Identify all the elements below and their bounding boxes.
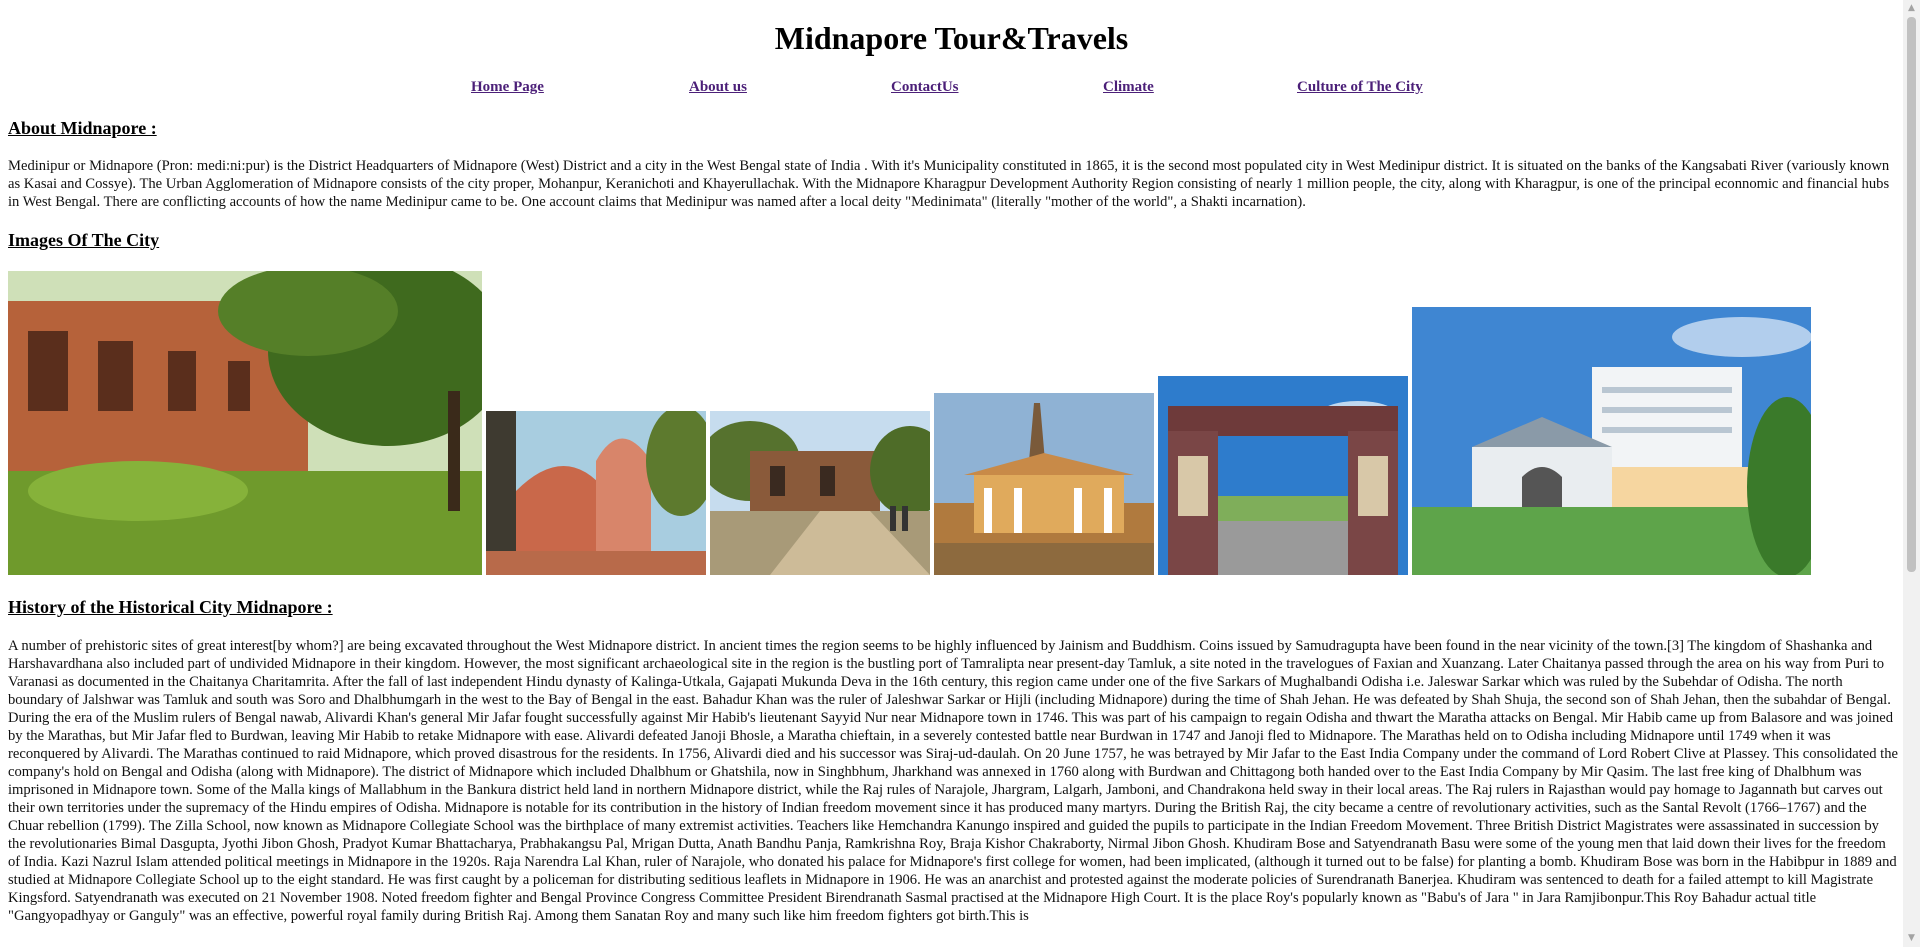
vertical-scrollbar[interactable]: ▲ ▼ <box>1903 0 1920 947</box>
photo-memorial-gate <box>1158 376 1408 575</box>
nav-link-home[interactable]: Home Page <box>471 79 544 96</box>
nav-link-climate[interactable]: Climate <box>1103 79 1154 96</box>
page: Midnapore Tour&Travels Home Page About u… <box>0 0 1903 947</box>
site-title: Midnapore Tour&Travels <box>774 20 1129 56</box>
image-gallery <box>8 271 1811 575</box>
nav-link-contact[interactable]: ContactUs <box>891 79 959 96</box>
scrollbar-thumb[interactable] <box>1907 17 1916 572</box>
photo-college-building <box>1412 307 1811 575</box>
scroll-down-icon[interactable]: ▼ <box>1903 930 1920 947</box>
images-heading: Images Of The City <box>8 230 160 250</box>
about-heading: About Midnapore : <box>8 118 157 138</box>
top-nav: Home Page About us ContactUs Climate Cul… <box>0 79 1903 99</box>
scroll-up-icon[interactable]: ▲ <box>1903 0 1920 17</box>
nav-link-about[interactable]: About us <box>689 79 747 96</box>
photo-colonial-church <box>934 393 1154 575</box>
history-text: A number of prehistoric sites of great i… <box>8 638 1898 924</box>
photo-ruined-palace <box>8 271 482 575</box>
photo-fort-ruins <box>710 411 930 575</box>
history-heading: History of the Historical City Midnapore… <box>8 597 333 617</box>
about-text: Medinipur or Midnapore (Pron: medi:ni:pu… <box>8 158 1890 210</box>
photo-terracotta-temple <box>486 411 706 575</box>
nav-link-culture[interactable]: Culture of The City <box>1297 79 1423 96</box>
